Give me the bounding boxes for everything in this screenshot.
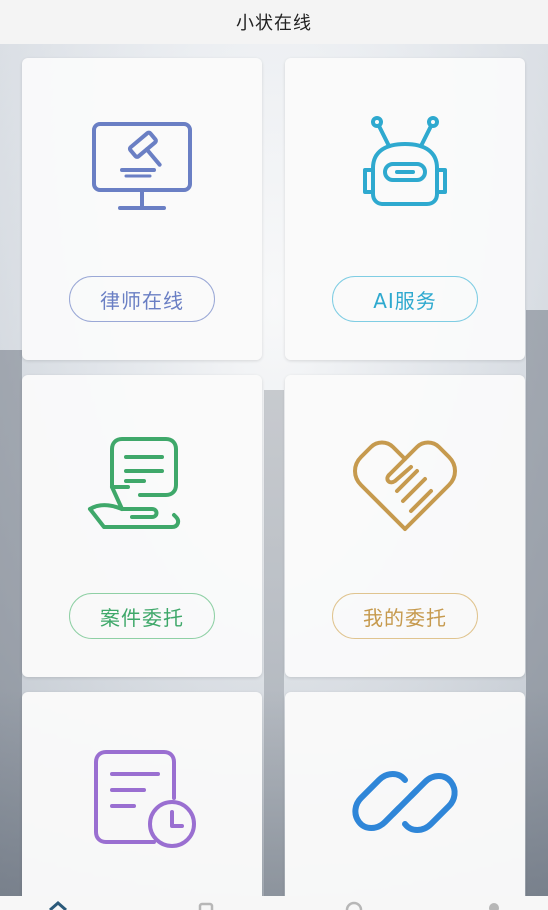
card-my-entrust[interactable]: 我的委托 bbox=[285, 375, 525, 677]
document-clock-icon bbox=[82, 742, 202, 862]
card-link[interactable] bbox=[285, 692, 525, 910]
link-icon bbox=[345, 742, 465, 862]
card-case-entrust[interactable]: 案件委托 bbox=[22, 375, 262, 677]
profile-tab[interactable] bbox=[484, 900, 504, 910]
home-icon bbox=[49, 901, 67, 910]
bottom-tab-bar bbox=[0, 896, 548, 910]
my-entrust-button[interactable]: 我的委托 bbox=[332, 593, 478, 639]
document-tab-icon bbox=[198, 902, 214, 910]
card-document-clock[interactable] bbox=[22, 692, 262, 910]
case-entrust-button[interactable]: 案件委托 bbox=[69, 593, 215, 639]
profile-tab-icon bbox=[489, 903, 499, 910]
hand-document-icon bbox=[82, 425, 202, 545]
home-tab[interactable] bbox=[48, 900, 68, 910]
service-grid: 律师在线 AI服务 案件委托 我的委托 bbox=[0, 44, 548, 910]
ai-service-button[interactable]: AI服务 bbox=[332, 276, 478, 322]
lawyer-online-button[interactable]: 律师在线 bbox=[69, 276, 215, 322]
title-bar: 小状在线 bbox=[0, 0, 548, 44]
message-tab-icon bbox=[345, 901, 363, 910]
card-ai-service[interactable]: AI服务 bbox=[285, 58, 525, 360]
document-tab[interactable] bbox=[196, 900, 216, 910]
card-lawyer-online[interactable]: 律师在线 bbox=[22, 58, 262, 360]
page-title: 小状在线 bbox=[236, 13, 312, 34]
message-tab[interactable] bbox=[344, 900, 364, 910]
handshake-icon bbox=[345, 425, 465, 545]
gavel-monitor-icon bbox=[82, 108, 202, 228]
robot-icon bbox=[345, 108, 465, 228]
